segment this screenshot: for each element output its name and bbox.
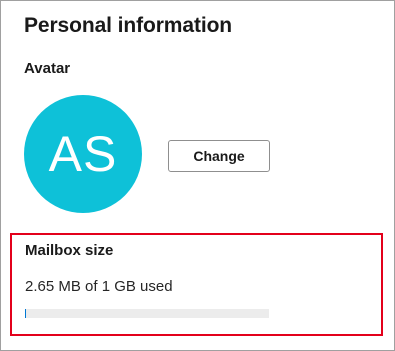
section-title: Personal information (24, 14, 233, 37)
mailbox-size-title: Mailbox size (25, 242, 114, 259)
mailbox-usage-bar (25, 309, 269, 318)
avatar-label: Avatar (24, 60, 71, 77)
mailbox-usage-fill (25, 309, 26, 318)
change-avatar-button[interactable]: Change (168, 140, 270, 172)
mailbox-usage-text: 2.65 MB of 1 GB used (25, 278, 173, 295)
avatar-initials: AS (48, 126, 118, 182)
avatar: AS (24, 95, 142, 213)
personal-information-panel: Personal information Avatar AS Change Ma… (0, 0, 395, 351)
